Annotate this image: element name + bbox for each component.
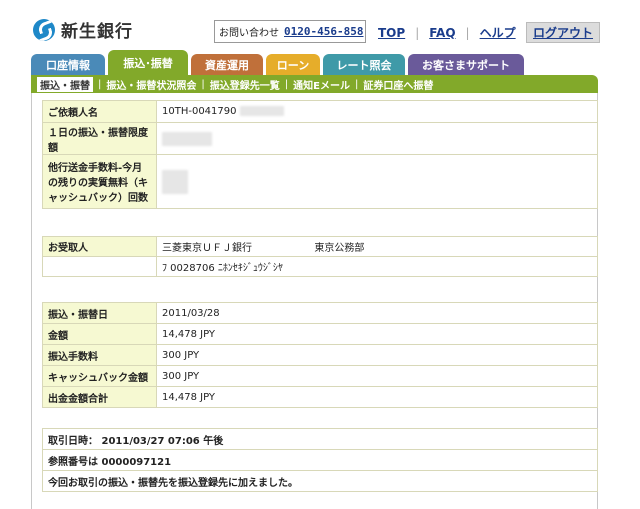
subnav-securities-transfer[interactable]: 証券口座へ振替 bbox=[363, 77, 433, 92]
top-link[interactable]: TOP bbox=[378, 26, 405, 40]
requester-table: ご依頼人名 10TH-0041790 １日の振込・振替限度額 他行送金手数料-今… bbox=[42, 100, 598, 209]
recipient-label: お受取人 bbox=[42, 236, 157, 257]
requester-name-label: ご依頼人名 bbox=[42, 100, 157, 123]
main-tabs: 口座情報 振込･振替 資産運用 ローン レート照会 お客さまサポート bbox=[31, 50, 527, 76]
tab-rate-inquiry[interactable]: レート照会 bbox=[323, 54, 405, 76]
amount-value: 14,478 JPY bbox=[156, 323, 598, 345]
daily-limit-label: １日の振込・振替限度額 bbox=[42, 122, 157, 155]
logout-button[interactable]: ログアウト bbox=[526, 22, 601, 43]
transfer-date-value: 2011/03/28 bbox=[156, 302, 598, 324]
subnav-email-notice[interactable]: 通知Eメール bbox=[293, 77, 350, 92]
logo-icon bbox=[33, 18, 55, 41]
table-row: 出金金額合計 14,478 JPY bbox=[42, 386, 598, 408]
transaction-info-table: 取引日時： 2011/03/27 07:06 午後 参照番号は 00000971… bbox=[42, 428, 598, 492]
transfer-details-table: 振込・振替日 2011/03/28 金額 14,478 JPY 振込手数料 30… bbox=[42, 302, 598, 408]
total-label: 出金金額合計 bbox=[42, 386, 157, 408]
table-row: 今回お取引の振込・振替先を振込登録先に加えました。 bbox=[42, 470, 598, 492]
help-link[interactable]: ヘルプ bbox=[480, 24, 516, 41]
table-row: 他行送金手数料-今月の残りの実質無料（キャッシュバック）回数 bbox=[42, 154, 598, 209]
table-row: １日の振込・振替限度額 bbox=[42, 122, 598, 155]
tab-customer-support[interactable]: お客さまサポート bbox=[408, 54, 524, 76]
fee-value: 300 JPY bbox=[156, 344, 598, 366]
tab-asset-management[interactable]: 資産運用 bbox=[191, 54, 263, 76]
cashback-value: 300 JPY bbox=[156, 365, 598, 387]
total-value: 14,478 JPY bbox=[156, 386, 598, 408]
tab-transfer[interactable]: 振込･振替 bbox=[108, 50, 188, 76]
fee-free-count-label: 他行送金手数料-今月の残りの実質無料（キャッシュバック）回数 bbox=[42, 154, 157, 209]
subnav-transfer[interactable]: 振込・振替 bbox=[37, 76, 93, 92]
table-row: ご依頼人名 10TH-0041790 bbox=[42, 100, 598, 123]
reference-number: 参照番号は 0000097121 bbox=[42, 449, 598, 471]
table-row: 振込・振替日 2011/03/28 bbox=[42, 302, 598, 324]
recipient-bank: 三菱東京ＵＦＪ銀行 bbox=[162, 243, 252, 254]
top-links: TOP | FAQ | ヘルプ bbox=[378, 24, 516, 41]
amount-label: 金額 bbox=[42, 323, 157, 345]
redacted-block bbox=[239, 106, 284, 116]
subnav-registered-list[interactable]: 振込登録先一覧 bbox=[210, 77, 280, 92]
subnav-status-inquiry[interactable]: 振込・振替状況照会 bbox=[106, 77, 196, 92]
table-row: ﾌ 0028706 ﾆﾎﾝｾｷｼﾞｭｳｼﾞｼﾔ bbox=[42, 256, 598, 277]
table-row: 取引日時： 2011/03/27 07:06 午後 bbox=[42, 428, 598, 450]
redacted-block bbox=[162, 169, 188, 194]
recipient-account: ﾌ 0028706 ﾆﾎﾝｾｷｼﾞｭｳｼﾞｼﾔ bbox=[156, 256, 598, 277]
cashback-label: キャッシュバック金額 bbox=[42, 365, 157, 387]
redacted-block bbox=[162, 131, 212, 146]
fee-label: 振込手数料 bbox=[42, 344, 157, 366]
contact-label: お問い合わせ bbox=[219, 28, 279, 39]
table-row: キャッシュバック金額 300 JPY bbox=[42, 365, 598, 387]
contact-number-link[interactable]: 0120-456-858 bbox=[284, 25, 363, 38]
recipient-table: お受取人 三菱東京ＵＦＪ銀行 東京公務部 ﾌ 0028706 ﾆﾎﾝｾｷｼﾞｭｳ… bbox=[42, 236, 598, 277]
contact-box: お問い合わせ 0120-456-858 bbox=[214, 20, 366, 43]
table-row: 参照番号は 0000097121 bbox=[42, 449, 598, 471]
logo-text: 新生銀行 bbox=[61, 22, 133, 42]
transfer-date-label: 振込・振替日 bbox=[42, 302, 157, 324]
table-row: 金額 14,478 JPY bbox=[42, 323, 598, 345]
faq-link[interactable]: FAQ bbox=[429, 26, 455, 40]
bank-logo[interactable]: 新生銀行 bbox=[33, 17, 133, 42]
registration-message: 今回お取引の振込・振替先を振込登録先に加えました。 bbox=[42, 470, 598, 492]
sub-navigation: 振込・振替 | 振込・振替状況照会 | 振込登録先一覧 | 通知Eメール | 証… bbox=[31, 75, 598, 93]
tab-loan[interactable]: ローン bbox=[266, 54, 320, 76]
table-row: お受取人 三菱東京ＵＦＪ銀行 東京公務部 bbox=[42, 236, 598, 257]
tab-account-info[interactable]: 口座情報 bbox=[31, 54, 105, 76]
recipient-branch: 東京公務部 bbox=[314, 243, 365, 254]
table-row: 振込手数料 300 JPY bbox=[42, 344, 598, 366]
transaction-datetime: 取引日時： 2011/03/27 07:06 午後 bbox=[42, 428, 598, 450]
requester-name-value: 10TH-0041790 bbox=[162, 106, 237, 117]
